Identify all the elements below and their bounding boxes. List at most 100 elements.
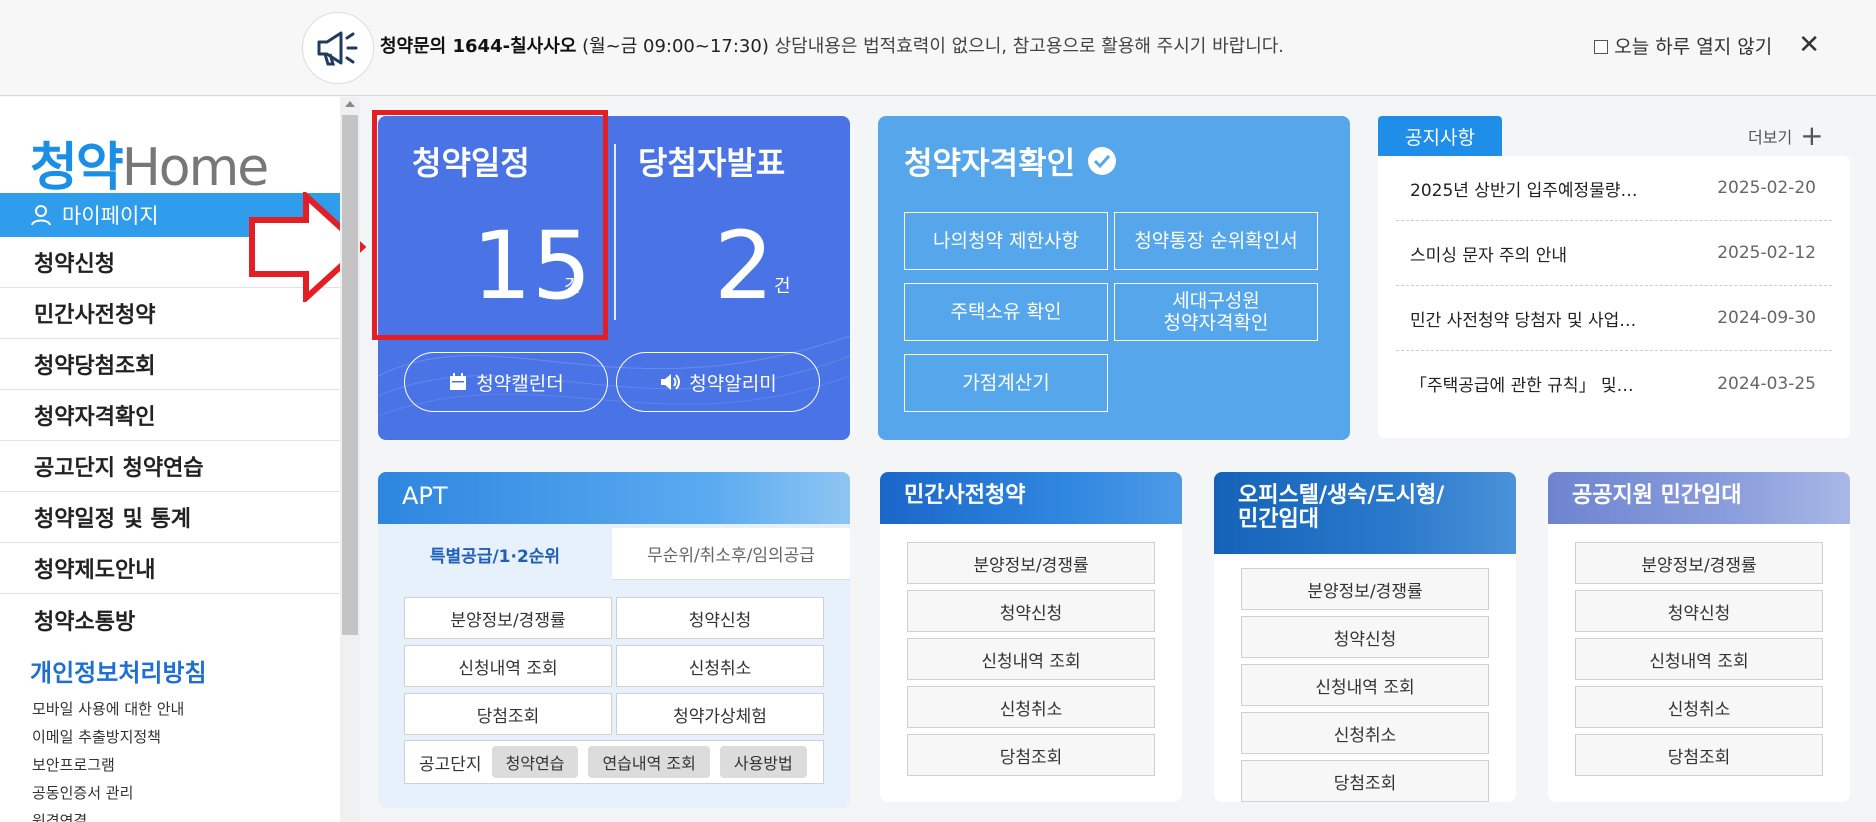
apt-virtual-button[interactable]: 청약가상체험 xyxy=(616,693,824,735)
score-calculator-button[interactable]: 가점계산기 xyxy=(904,354,1108,412)
notice-list: 2025년 상반기 입주예정물량… 2025-02-20 스미싱 문자 주의 안내… xyxy=(1378,156,1850,438)
more-link[interactable]: 더보기 + xyxy=(1748,119,1824,152)
apt-history-button[interactable]: 신청내역 조회 xyxy=(404,645,612,687)
public-history-button[interactable]: 신청내역 조회 xyxy=(1575,638,1823,680)
officetel-history-button[interactable]: 신청내역 조회 xyxy=(1241,664,1489,706)
sidebar-item[interactable]: 청약제도안내 xyxy=(0,543,340,594)
footer-link[interactable]: 이메일 추출방지정책 xyxy=(32,723,184,751)
sidebar-item[interactable]: 청약자격확인 xyxy=(0,390,340,441)
notice-title[interactable]: 스미싱 문자 주의 안내 xyxy=(1410,241,1567,266)
qualification-card: 청약자격확인 나의청약 제한사항 청약통장 순위확인서 주택소유 확인 세대구성… xyxy=(878,116,1350,440)
sidebar-item[interactable]: 공고단지 청약연습 xyxy=(0,441,340,492)
sidebar-item[interactable]: 청약소통방 xyxy=(0,594,340,645)
officetel-cancel-button[interactable]: 신청취소 xyxy=(1241,712,1489,754)
sidebar-item[interactable]: 청약당첨조회 xyxy=(0,339,340,390)
private-winner-button[interactable]: 당첨조회 xyxy=(907,734,1155,776)
tab-no-rank[interactable]: 무순위/취소후/임의공급 xyxy=(612,528,850,580)
logo-korean: 청약 xyxy=(30,138,124,198)
notice-phone: 청약문의 1644-칠사사오 xyxy=(380,36,577,57)
officetel-winner-button[interactable]: 당첨조회 xyxy=(1241,760,1489,802)
sidebar-item-label: 마이페이지 xyxy=(62,204,159,228)
megaphone-icon xyxy=(302,12,374,84)
practice-label: 공고단지 xyxy=(419,754,482,775)
winner-count[interactable]: 2 xyxy=(714,212,774,321)
apt-sale-info-button[interactable]: 분양정보/경쟁률 xyxy=(404,597,612,639)
notice-disclaimer: 상담내용은 법적효력이 없으니, 참고용으로 활용해 주시기 바랍니다. xyxy=(768,36,1285,57)
footer-links: 모바일 사용에 대한 안내 이메일 추출방지정책 보안프로그램 공동인증서 관리… xyxy=(32,695,184,822)
privacy-policy-link[interactable]: 개인정보처리방침 xyxy=(30,653,207,688)
list-item[interactable]: 민간 사전청약 당첨자 및 사업… 2024-09-30 xyxy=(1396,286,1832,351)
sidebar: 청약Home 마이페이지 청약신청 민간사전청약 청약당첨조회 청약자격확인 공… xyxy=(0,97,366,822)
scroll-up-icon[interactable] xyxy=(345,101,355,107)
public-cancel-button[interactable]: 신청취소 xyxy=(1575,686,1823,728)
apt-apply-button[interactable]: 청약신청 xyxy=(616,597,824,639)
officetel-sale-info-button[interactable]: 분양정보/경쟁률 xyxy=(1241,568,1489,610)
house-ownership-button[interactable]: 주택소유 확인 xyxy=(904,283,1108,341)
notice-date: 2024-03-25 xyxy=(1717,373,1816,394)
private-history-button[interactable]: 신청내역 조회 xyxy=(907,638,1155,680)
notice-title[interactable]: 2025년 상반기 입주예정물량… xyxy=(1410,176,1637,201)
private-cancel-button[interactable]: 신청취소 xyxy=(907,686,1155,728)
calendar-button-label: 청약캘린더 xyxy=(476,372,564,395)
alarm-button[interactable]: 청약알리미 xyxy=(616,352,820,412)
restriction-button[interactable]: 나의청약 제한사항 xyxy=(904,212,1108,270)
sidebar-scrollbar[interactable] xyxy=(340,97,360,822)
winner-label[interactable]: 당첨자발표 xyxy=(638,138,785,184)
calendar-icon xyxy=(450,373,467,390)
practice-bar: 공고단지 청약연습 연습내역 조회 사용방법 xyxy=(404,740,824,784)
dont-show-today-checkbox[interactable]: 오늘 하루 열지 않기 xyxy=(1594,32,1772,59)
winner-unit: 건 xyxy=(774,276,791,297)
apt-cancel-button[interactable]: 신청취소 xyxy=(616,645,824,687)
highlight-box xyxy=(372,110,608,340)
private-apply-button[interactable]: 청약신청 xyxy=(907,590,1155,632)
public-rental-card: 공공지원 민간임대 분양정보/경쟁률 청약신청 신청내역 조회 신청취소 당첨조… xyxy=(1548,472,1850,802)
rank-certificate-button[interactable]: 청약통장 순위확인서 xyxy=(1114,212,1318,270)
footer-link[interactable]: 모바일 사용에 대한 안내 xyxy=(32,695,184,723)
footer-link[interactable]: 보안프로그램 xyxy=(32,751,184,779)
public-winner-button[interactable]: 당첨조회 xyxy=(1575,734,1823,776)
usage-button[interactable]: 사용방법 xyxy=(719,746,807,778)
qualification-title[interactable]: 청약자격확인 xyxy=(904,138,1117,183)
checkbox-icon[interactable] xyxy=(1594,39,1609,54)
speaker-icon xyxy=(661,374,681,390)
qualification-title-text: 청약자격확인 xyxy=(904,146,1076,182)
list-item[interactable]: 「주택공급에 관한 규칙」 및… 2024-03-25 xyxy=(1396,351,1832,416)
private-pre-title: 민간사전청약 xyxy=(880,472,1182,524)
apt-title: APT xyxy=(378,472,850,524)
notice-title[interactable]: 「주택공급에 관한 규칙」 및… xyxy=(1410,371,1634,396)
plus-icon: + xyxy=(1800,119,1824,152)
practice-button[interactable]: 청약연습 xyxy=(491,746,579,778)
tab-notices[interactable]: 공지사항 xyxy=(1378,116,1502,156)
household-qualification-button[interactable]: 세대구성원 청약자격확인 xyxy=(1114,283,1318,341)
notice-date: 2025-02-12 xyxy=(1717,243,1816,263)
list-item[interactable]: 스미싱 문자 주의 안내 2025-02-12 xyxy=(1396,221,1832,286)
officetel-title: 오피스텔/생숙/도시형/ 민간임대 xyxy=(1214,472,1516,554)
top-notice-bar: 청약문의 1644-칠사사오 (월~금 09:00~17:30) 상담내용은 법… xyxy=(0,0,1876,96)
dont-show-today-label: 오늘 하루 열지 않기 xyxy=(1614,35,1773,58)
notice-title[interactable]: 민간 사전청약 당첨자 및 사업… xyxy=(1410,306,1636,331)
notice-hours: (월~금 09:00~17:30) xyxy=(582,36,769,57)
officetel-apply-button[interactable]: 청약신청 xyxy=(1241,616,1489,658)
list-item[interactable]: 2025년 상반기 입주예정물량… 2025-02-20 xyxy=(1396,156,1832,221)
apt-tabs: 특별공급/1·2순위 무순위/취소후/임의공급 xyxy=(378,528,850,580)
footer-link[interactable]: 원격연결 xyxy=(32,807,184,822)
private-pre-card: 민간사전청약 분양정보/경쟁률 청약신청 신청내역 조회 신청취소 당첨조회 xyxy=(880,472,1182,802)
footer-link[interactable]: 공동인증서 관리 xyxy=(32,779,184,807)
user-icon xyxy=(31,205,51,226)
tab-special-supply[interactable]: 특별공급/1·2순위 xyxy=(378,528,612,580)
logo-home: Home xyxy=(121,138,270,198)
scrollbar-thumb[interactable] xyxy=(342,115,358,635)
notice-date: 2025-02-20 xyxy=(1717,178,1816,198)
notice-message: 청약문의 1644-칠사사오 (월~금 09:00~17:30) 상담내용은 법… xyxy=(380,32,1284,58)
sidebar-item[interactable]: 청약일정 및 통계 xyxy=(0,492,340,543)
private-sale-info-button[interactable]: 분양정보/경쟁률 xyxy=(907,542,1155,584)
public-apply-button[interactable]: 청약신청 xyxy=(1575,590,1823,632)
officetel-card: 오피스텔/생숙/도시형/ 민간임대 분양정보/경쟁률 청약신청 신청내역 조회 … xyxy=(1214,472,1516,802)
logo[interactable]: 청약Home xyxy=(30,125,270,200)
practice-history-button[interactable]: 연습내역 조회 xyxy=(588,746,710,778)
calendar-button[interactable]: 청약캘린더 xyxy=(404,352,608,412)
check-circle-icon xyxy=(1088,146,1117,175)
public-sale-info-button[interactable]: 분양정보/경쟁률 xyxy=(1575,542,1823,584)
close-icon[interactable]: ✕ xyxy=(1798,30,1820,60)
apt-winner-button[interactable]: 당첨조회 xyxy=(404,693,612,735)
